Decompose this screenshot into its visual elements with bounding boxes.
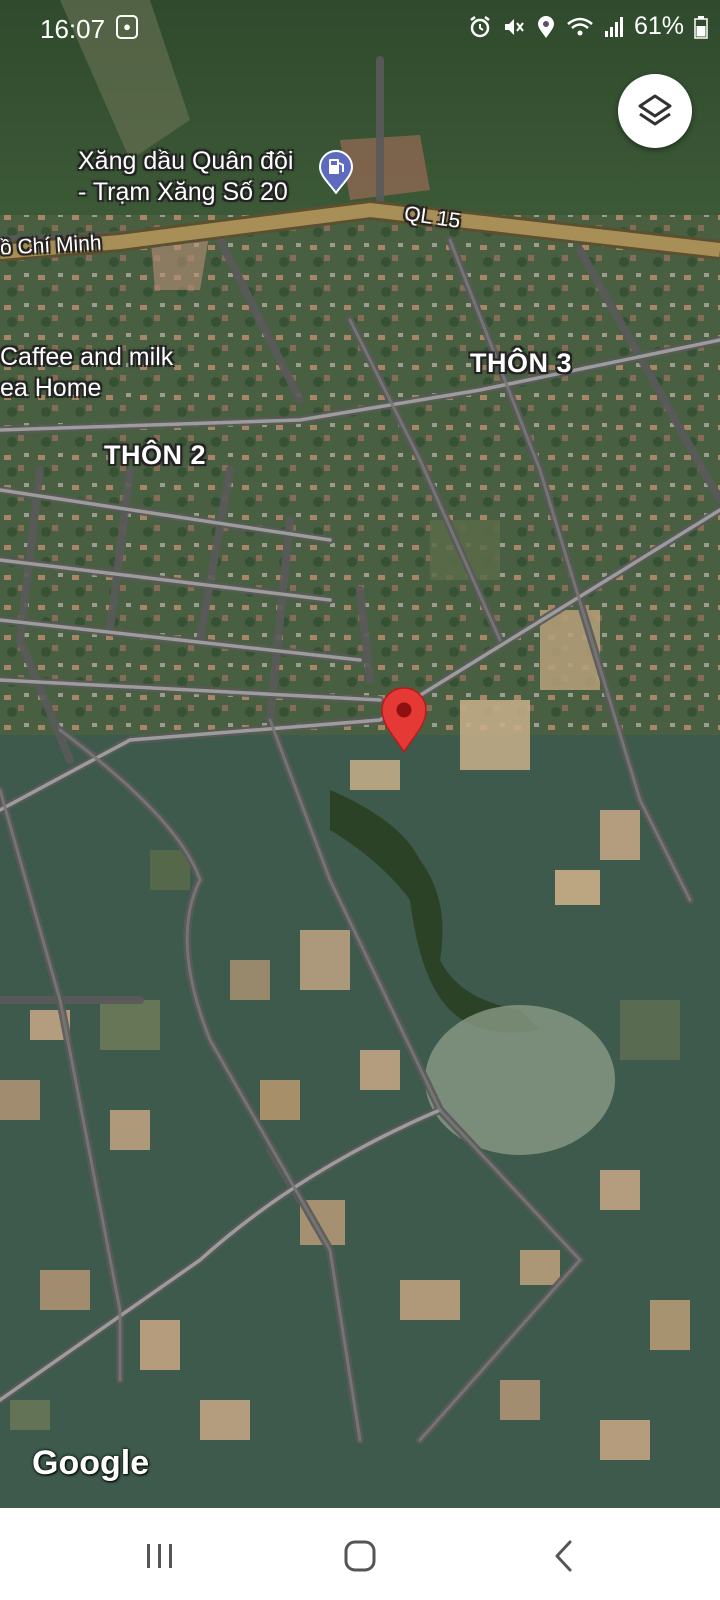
wifi-icon [567, 17, 593, 35]
status-icons: 61% [468, 12, 708, 41]
navigation-bar [0, 1508, 720, 1600]
mute-icon [504, 18, 524, 35]
cafe-label[interactable]: Caffee and milk ea Home [0, 342, 173, 404]
location-icon [537, 15, 554, 38]
satellite-imagery [0, 0, 720, 1508]
gas-station-label[interactable]: Xăng dầu Quân đội - Trạm Xăng Số 20 [78, 146, 293, 208]
back-icon [555, 1540, 572, 1572]
recent-apps-icon [147, 1544, 172, 1568]
gas-station-name-line1: Xăng dầu Quân đội [78, 147, 294, 175]
recent-apps-button[interactable] [130, 1536, 190, 1576]
cafe-name-line2: ea Home [0, 374, 102, 402]
status-bar: 16:07 ● 61% [0, 0, 720, 58]
alarm-icon [470, 15, 490, 37]
google-logo: Google [32, 1444, 150, 1482]
screen-record-icon: ● [116, 15, 138, 39]
home-button[interactable] [330, 1536, 390, 1576]
layers-icon [638, 94, 672, 126]
location-pin-icon[interactable] [380, 686, 428, 754]
gas-station-name-line2: - Trạm Xăng Số 20 [78, 178, 288, 206]
home-icon [344, 1540, 376, 1572]
battery-percent: 61% [633, 12, 684, 40]
status-time: 16:07 [40, 14, 106, 44]
layers-button[interactable] [618, 74, 692, 148]
area-label-thon-3: THÔN 3 [470, 348, 573, 378]
gas-station-icon[interactable] [318, 150, 354, 194]
area-label-thon-2: THÔN 2 [104, 440, 207, 470]
battery-icon [694, 15, 708, 39]
signal-icon [604, 16, 623, 37]
cafe-name-line1: Caffee and milk [0, 343, 174, 371]
map-view[interactable]: Xăng dầu Quân đội - Trạm Xăng Số 20 Caff… [0, 0, 720, 1508]
back-button[interactable] [534, 1536, 594, 1576]
